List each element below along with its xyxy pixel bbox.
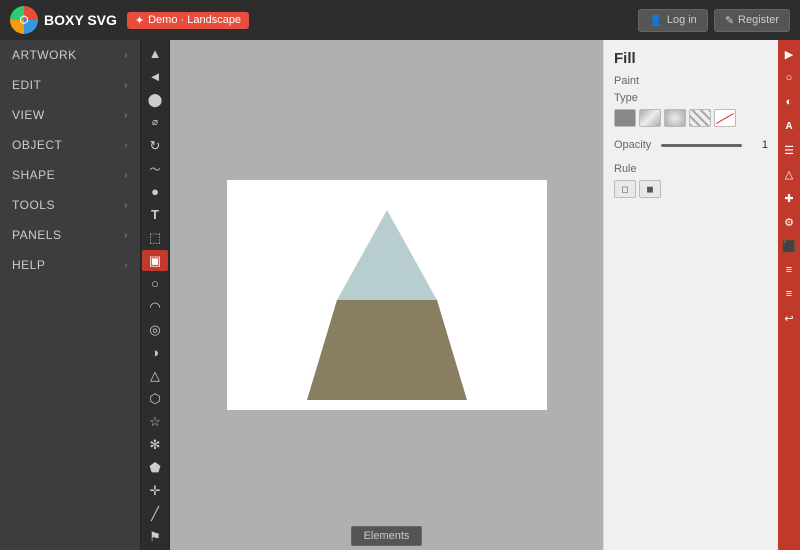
app-title: BOXY SVG xyxy=(44,12,117,28)
rule-buttons: ◻ ◼ xyxy=(614,180,768,198)
moon-tool[interactable]: ◑ xyxy=(142,342,168,363)
select-tool[interactable]: ▲ xyxy=(142,43,168,64)
chevron-icon: › xyxy=(124,140,128,151)
mountain-top[interactable] xyxy=(337,210,437,300)
fr-half-icon[interactable]: ◐ xyxy=(779,91,799,113)
chevron-icon: › xyxy=(124,170,128,181)
fr-plus-icon[interactable]: ✚ xyxy=(779,187,799,209)
chevron-icon: › xyxy=(124,80,128,91)
login-button[interactable]: 👤Log in xyxy=(638,9,708,32)
blob-tool[interactable]: ● xyxy=(142,181,168,202)
chevron-icon: › xyxy=(124,230,128,241)
type-linear[interactable] xyxy=(639,109,661,127)
chevron-icon: › xyxy=(124,110,128,121)
app-logo: ⬡ xyxy=(10,6,38,34)
frame-tool[interactable]: ⬚ xyxy=(142,227,168,248)
paint-label: Paint xyxy=(614,75,768,87)
fr-triangle-icon[interactable]: △ xyxy=(779,163,799,185)
sidebar-item-object[interactable]: Object › xyxy=(0,130,140,160)
fr-gear-icon[interactable]: ⚙ xyxy=(779,211,799,233)
chevron-icon: › xyxy=(124,50,128,61)
fr-chat-icon[interactable]: ☰ xyxy=(779,139,799,161)
opacity-row: Opacity 1 xyxy=(614,139,768,151)
fr-pointer-icon[interactable]: ▶ xyxy=(779,43,799,65)
triangle-tool[interactable]: △ xyxy=(142,365,168,386)
text-tool[interactable]: T xyxy=(142,204,168,225)
sidebar-item-edit[interactable]: Edit › xyxy=(0,70,140,100)
fr-list2-icon[interactable]: ≡ xyxy=(779,283,799,305)
polygon-tool[interactable]: ⬡ xyxy=(142,388,168,409)
canvas-svg xyxy=(227,180,547,410)
chevron-icon: › xyxy=(124,260,128,271)
star-tool[interactable]: ☆ xyxy=(142,411,168,432)
demo-badge: ✦ Demo · Landscape xyxy=(127,12,249,29)
sidebar-item-panels[interactable]: Panels › xyxy=(0,220,140,250)
ring-tool[interactable]: ◎ xyxy=(142,319,168,340)
fr-text-icon[interactable]: A xyxy=(779,115,799,137)
type-radial[interactable] xyxy=(664,109,686,127)
canvas-area[interactable]: Elements xyxy=(170,40,603,550)
logo-area: ⬡ BOXY SVG xyxy=(10,6,117,34)
type-none[interactable] xyxy=(714,109,736,127)
type-solid[interactable] xyxy=(614,109,636,127)
auth-buttons: 👤Log in ✎Register xyxy=(638,9,790,32)
type-label: Type xyxy=(614,92,768,104)
fill-title: Fill xyxy=(614,50,768,67)
chevron-icon: › xyxy=(124,200,128,211)
mountain-body[interactable] xyxy=(307,300,467,400)
arrow-tool[interactable]: ⬟ xyxy=(142,457,168,478)
right-panel: Fill Paint Type Opacity 1 Rule ◻ ◼ xyxy=(603,40,778,550)
pen-tool[interactable]: 〜 xyxy=(142,158,168,179)
node-tool[interactable]: ⬤ xyxy=(142,89,168,110)
rule-evenodd[interactable]: ◼ xyxy=(639,180,661,198)
top-bar: ⬡ BOXY SVG ✦ Demo · Landscape 👤Log in ✎R… xyxy=(0,0,800,40)
register-button[interactable]: ✎Register xyxy=(714,9,790,32)
opacity-slider[interactable] xyxy=(661,144,742,147)
sidebar-item-artwork[interactable]: Artwork › xyxy=(0,40,140,70)
fr-circle-icon[interactable]: ○ xyxy=(779,67,799,89)
sidebar-item-tools[interactable]: Tools › xyxy=(0,190,140,220)
sidebar-item-shape[interactable]: Shape › xyxy=(0,160,140,190)
fr-list-icon[interactable]: ≡ xyxy=(779,259,799,281)
fr-square-icon[interactable]: ⬛ xyxy=(779,235,799,257)
demo-star: ✦ xyxy=(135,14,144,27)
bottom-bar: Elements xyxy=(170,522,603,550)
canvas[interactable] xyxy=(227,180,547,410)
line-tool[interactable]: ╱ xyxy=(142,503,168,524)
far-right-panel: ▶ ○ ◐ A ☰ △ ✚ ⚙ ⬛ ≡ ≡ ↩ xyxy=(778,40,800,550)
flag-tool[interactable]: ⚑ xyxy=(142,526,168,547)
sidebar-item-view[interactable]: View › xyxy=(0,100,140,130)
opacity-value: 1 xyxy=(748,139,768,151)
rotate-tool[interactable]: ↻ xyxy=(142,135,168,156)
cross-tool[interactable]: ✛ xyxy=(142,480,168,501)
main-layout: Artwork › Edit › View › Object › Shape ›… xyxy=(0,40,800,550)
sidebar-item-help[interactable]: Help › xyxy=(0,250,140,280)
fr-undo-icon[interactable]: ↩ xyxy=(779,307,799,329)
ellipse-tool[interactable]: ◠ xyxy=(142,296,168,317)
type-swatches xyxy=(614,109,768,127)
tool-panel: ▲ ◄ ⬤ ⌀ ↻ 〜 ● T ⬚ ▣ ○ ◠ ◎ ◑ △ ⬡ ☆ ✻ ⬟ ✛ … xyxy=(140,40,170,550)
opacity-label: Opacity xyxy=(614,139,655,151)
smooth-tool[interactable]: ⌀ xyxy=(142,112,168,133)
rule-nonzero[interactable]: ◻ xyxy=(614,180,636,198)
burst-tool[interactable]: ✻ xyxy=(142,434,168,455)
rule-label: Rule xyxy=(614,163,768,175)
circle-tool[interactable]: ○ xyxy=(142,273,168,294)
left-sidebar: Artwork › Edit › View › Object › Shape ›… xyxy=(0,40,140,550)
direct-select-tool[interactable]: ◄ xyxy=(142,66,168,87)
type-pattern[interactable] xyxy=(689,109,711,127)
elements-button[interactable]: Elements xyxy=(351,526,423,546)
rect-tool[interactable]: ▣ xyxy=(142,250,168,271)
